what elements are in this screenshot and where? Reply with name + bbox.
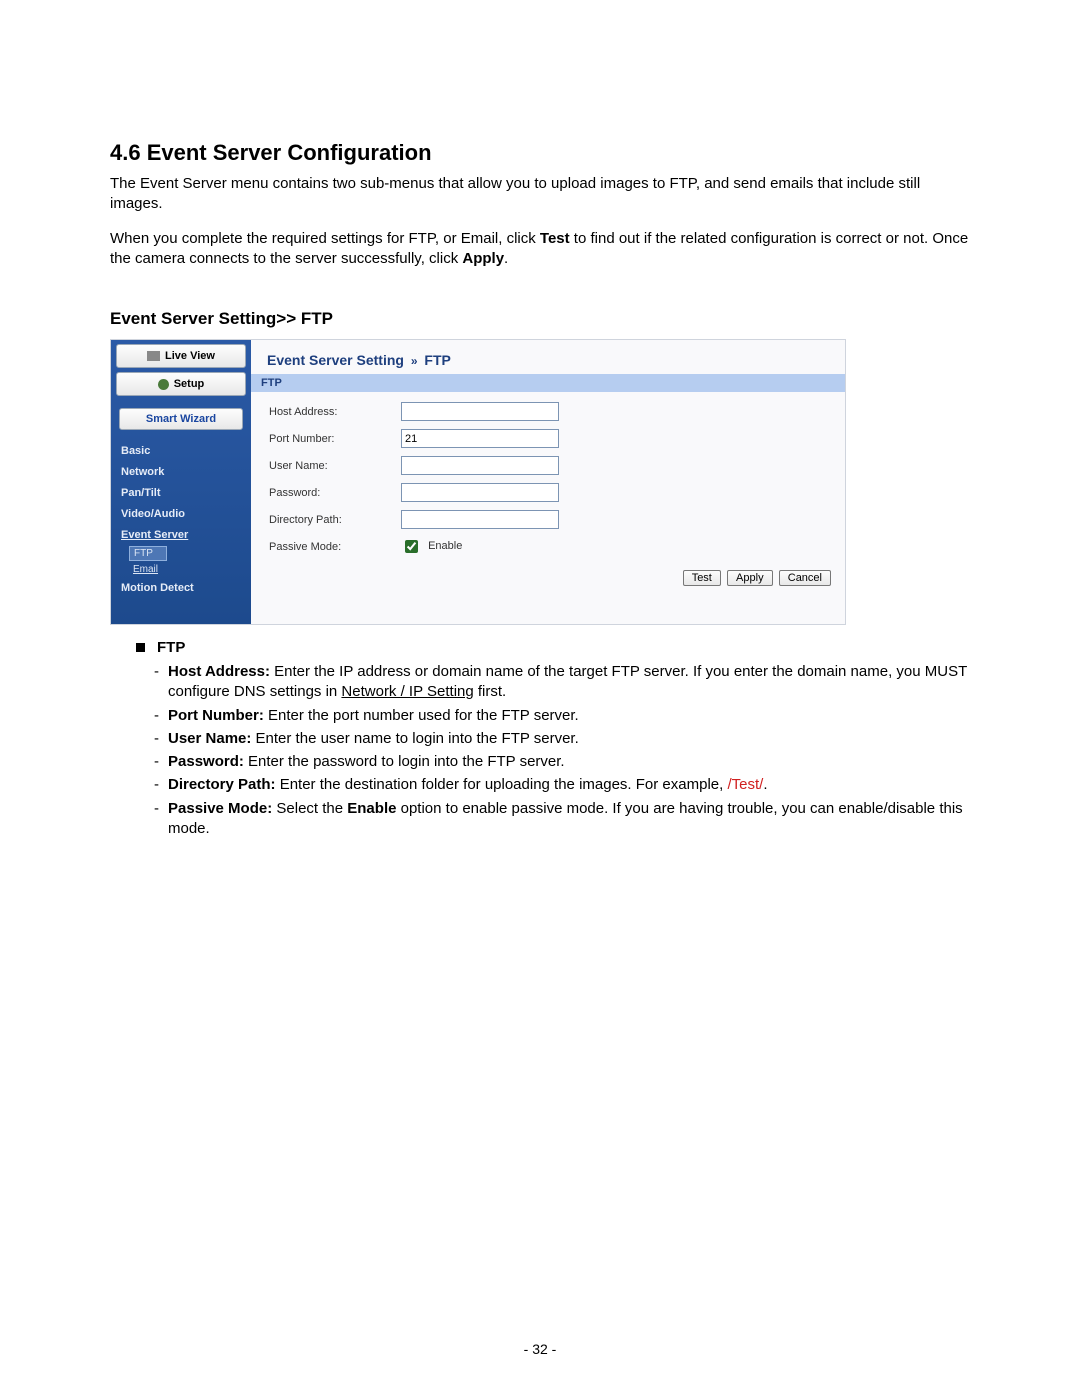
desc-user-text: Enter the user name to login into the FT… — [251, 730, 578, 747]
desc-pm-text-a: Select the — [272, 800, 347, 817]
button-row: Test Apply Cancel — [251, 560, 845, 596]
content-breadcrumb: Event Server Setting » FTP — [251, 340, 845, 374]
dash-icon: - — [154, 752, 168, 772]
host-address-input[interactable] — [401, 402, 559, 421]
ftp-section-bar: FTP — [251, 374, 845, 392]
desc-pm-bold: Passive Mode: — [168, 800, 272, 817]
gear-icon — [158, 379, 169, 390]
dash-icon: - — [154, 706, 168, 726]
desc-port-text: Enter the port number used for the FTP s… — [264, 707, 579, 724]
ftp-form: Host Address: Port Number: User Name: Pa… — [263, 398, 565, 560]
ftp-bullet-heading: FTP — [136, 639, 970, 656]
nav-sub-ftp[interactable]: FTP — [129, 546, 167, 561]
nav-pan-tilt[interactable]: Pan/Tilt — [111, 482, 251, 503]
intro-2-e: . — [504, 250, 508, 267]
password-input[interactable] — [401, 483, 559, 502]
nav-motion-detect[interactable]: Motion Detect — [111, 577, 251, 598]
apply-button[interactable]: Apply — [727, 570, 773, 586]
square-bullet-icon — [136, 643, 145, 652]
crumb-b: FTP — [424, 352, 450, 368]
desc-host-bold: Host Address: — [168, 663, 270, 680]
dash-icon: - — [154, 662, 168, 703]
port-number-label: Port Number: — [263, 425, 395, 452]
section-heading: 4.6 Event Server Configuration — [110, 140, 970, 166]
config-sidebar: Live View Setup Smart Wizard Basic Netwo… — [111, 340, 251, 624]
desc-dir-end: . — [763, 776, 767, 793]
passive-mode-label: Passive Mode: — [263, 533, 395, 560]
user-name-input[interactable] — [401, 456, 559, 475]
crumb-a: Event Server Setting — [267, 352, 404, 368]
directory-path-label: Directory Path: — [263, 506, 395, 533]
password-label: Password: — [263, 479, 395, 506]
desc-passive-mode: - Passive Mode: Select the Enable option… — [154, 799, 970, 840]
desc-pm-enable: Enable — [347, 800, 396, 817]
desc-user: - User Name: Enter the user name to logi… — [154, 729, 970, 749]
desc-host-text: Enter the IP address or domain name of t… — [168, 663, 967, 700]
intro-2-apply: Apply — [462, 250, 504, 267]
nav-network[interactable]: Network — [111, 461, 251, 482]
config-screenshot: Live View Setup Smart Wizard Basic Netwo… — [110, 339, 846, 625]
live-view-button[interactable]: Live View — [116, 344, 246, 368]
user-name-label: User Name: — [263, 452, 395, 479]
desc-port: - Port Number: Enter the port number use… — [154, 706, 970, 726]
cancel-button[interactable]: Cancel — [779, 570, 831, 586]
nav-sub-email[interactable]: Email — [111, 562, 251, 577]
intro-2-a: When you complete the required settings … — [110, 230, 540, 247]
config-content: Event Server Setting » FTP FTP Host Addr… — [251, 340, 845, 624]
desc-pass-bold: Password: — [168, 753, 244, 770]
test-button[interactable]: Test — [683, 570, 721, 586]
ftp-bullet-label: FTP — [157, 639, 185, 656]
dash-icon: - — [154, 775, 168, 795]
intro-paragraph-1: The Event Server menu contains two sub-m… — [110, 174, 970, 215]
desc-dir-text: Enter the destination folder for uploadi… — [276, 776, 728, 793]
desc-port-bold: Port Number: — [168, 707, 264, 724]
directory-path-input[interactable] — [401, 510, 559, 529]
desc-dir-example: /Test/ — [727, 776, 763, 793]
desc-password: - Password: Enter the password to login … — [154, 752, 970, 772]
page-number: - 32 - — [0, 1341, 1080, 1357]
setup-label: Setup — [174, 378, 205, 390]
desc-host-end: first. — [474, 683, 507, 700]
desc-pass-text: Enter the password to login into the FTP… — [244, 753, 565, 770]
sub-heading: Event Server Setting>> FTP — [110, 309, 970, 329]
chevron-right-icon: » — [408, 354, 421, 368]
port-number-input[interactable] — [401, 429, 559, 448]
dash-icon: - — [154, 729, 168, 749]
intro-paragraph-2: When you complete the required settings … — [110, 229, 970, 270]
passive-mode-checkbox[interactable] — [405, 540, 418, 553]
desc-host: - Host Address: Enter the IP address or … — [154, 662, 970, 703]
desc-directory: - Directory Path: Enter the destination … — [154, 775, 970, 795]
enable-label: Enable — [428, 540, 462, 552]
desc-host-link: Network / IP Setting — [341, 683, 473, 700]
desc-user-bold: User Name: — [168, 730, 251, 747]
desc-dir-bold: Directory Path: — [168, 776, 276, 793]
nav-basic[interactable]: Basic — [111, 440, 251, 461]
nav-video-audio[interactable]: Video/Audio — [111, 503, 251, 524]
nav-event-server[interactable]: Event Server — [111, 524, 251, 545]
smart-wizard-button[interactable]: Smart Wizard — [119, 408, 243, 430]
setup-button[interactable]: Setup — [116, 372, 246, 396]
dash-icon: - — [154, 799, 168, 840]
description-block: FTP - Host Address: Enter the IP address… — [110, 639, 970, 839]
camera-icon — [147, 351, 160, 361]
live-view-label: Live View — [165, 350, 215, 362]
host-address-label: Host Address: — [263, 398, 395, 425]
intro-2-test: Test — [540, 230, 570, 247]
